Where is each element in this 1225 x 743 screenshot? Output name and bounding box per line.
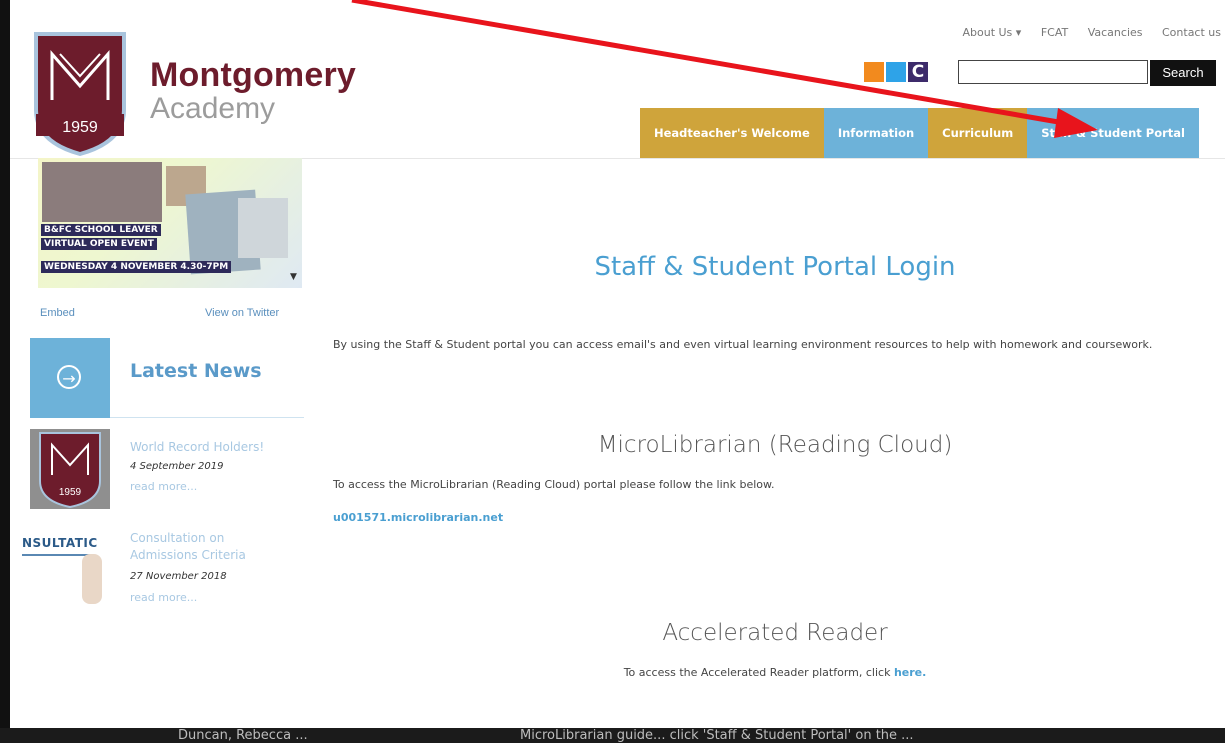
news-thumbnail-consultation[interactable]: NSULTATIC bbox=[22, 528, 110, 608]
crest-year: 1959 bbox=[62, 119, 98, 136]
microlibrarian-heading: MicroLibrarian (Reading Cloud) bbox=[597, 432, 953, 458]
nav-headteachers-welcome[interactable]: Headteacher's Welcome bbox=[640, 108, 824, 158]
thumb-crest-year: 1959 bbox=[59, 487, 82, 498]
accelerated-reader-heading: Accelerated Reader bbox=[662, 620, 888, 646]
brand-subtitle[interactable]: Academy bbox=[150, 92, 275, 126]
twitter-promo-image[interactable]: B&FC SCHOOL LEAVER VIRTUAL OPEN EVENT WE… bbox=[38, 158, 302, 288]
latest-news-button[interactable]: → bbox=[30, 338, 110, 418]
embed-link[interactable]: Embed bbox=[40, 307, 75, 319]
scroll-down-icon[interactable]: ▼ bbox=[290, 272, 297, 282]
top-link-vacancies[interactable]: Vacancies bbox=[1088, 26, 1143, 39]
microlibrarian-link[interactable]: u001571.microlibrarian.net bbox=[333, 511, 503, 524]
thumb-consultation-text: NSULTATIC bbox=[22, 536, 98, 550]
promo-photo-4 bbox=[238, 198, 288, 258]
search-button[interactable]: Search bbox=[1150, 60, 1216, 86]
main-nav: Headteacher's Welcome Information Curric… bbox=[640, 108, 1199, 158]
c-app-icon[interactable]: C bbox=[908, 62, 928, 82]
nav-information[interactable]: Information bbox=[823, 108, 929, 158]
news-thumbnail-crest[interactable]: 1959 bbox=[30, 429, 110, 509]
news-read-more-1[interactable]: read more... bbox=[130, 480, 197, 493]
nav-staff-student-portal[interactable]: Staff & Student Portal bbox=[1027, 108, 1199, 158]
rss-icon[interactable] bbox=[864, 62, 884, 82]
accelerated-reader-line: To access the Accelerated Reader platfor… bbox=[330, 666, 1220, 679]
bottom-text-1: Duncan, Rebecca ... bbox=[178, 728, 308, 743]
promo-line-1: B&FC SCHOOL LEAVER bbox=[41, 224, 161, 236]
brand-name[interactable]: Montgomery bbox=[150, 56, 356, 95]
thumb-underline bbox=[22, 554, 92, 556]
twitter-icon[interactable] bbox=[886, 62, 906, 82]
microlibrarian-text: To access the MicroLibrarian (Reading Cl… bbox=[333, 478, 775, 491]
news-title-1[interactable]: World Record Holders! bbox=[130, 440, 264, 454]
bottom-text-2: MicroLibrarian guide... click 'Staff & S… bbox=[520, 728, 914, 743]
latest-news-heading[interactable]: Latest News bbox=[130, 360, 262, 382]
social-icons: C bbox=[864, 62, 928, 82]
top-link-fcat[interactable]: FCAT bbox=[1041, 26, 1068, 39]
accelerated-reader-here-link[interactable]: here. bbox=[894, 666, 926, 679]
academy-crest-logo[interactable]: 1959 bbox=[30, 30, 130, 156]
top-link-about-us[interactable]: About Us ▾ bbox=[962, 26, 1021, 39]
arrow-right-circle-icon: → bbox=[57, 365, 81, 389]
thumb-hand bbox=[82, 554, 102, 604]
news-title-2[interactable]: Consultation on Admissions Criteria bbox=[130, 530, 280, 564]
promo-line-2: VIRTUAL OPEN EVENT bbox=[41, 238, 157, 250]
promo-photo-1 bbox=[42, 162, 162, 222]
search-input[interactable] bbox=[958, 60, 1148, 84]
bottom-taskbar-strip: Duncan, Rebecca ... MicroLibrarian guide… bbox=[0, 728, 1225, 743]
news-divider bbox=[110, 417, 304, 418]
news-date-2: 27 November 2018 bbox=[130, 571, 227, 582]
news-date-1: 4 September 2019 bbox=[130, 461, 224, 472]
top-link-contact-us[interactable]: Contact us bbox=[1162, 26, 1221, 39]
promo-line-3: WEDNESDAY 4 NOVEMBER 4.30-7PM bbox=[41, 261, 232, 273]
page-title: Staff & Student Portal Login bbox=[594, 252, 956, 282]
news-read-more-2[interactable]: read more... bbox=[130, 591, 197, 604]
left-window-edge bbox=[0, 0, 10, 743]
accelerated-reader-text: To access the Accelerated Reader platfor… bbox=[623, 666, 894, 679]
nav-curriculum[interactable]: Curriculum bbox=[928, 108, 1028, 158]
view-on-twitter-link[interactable]: View on Twitter bbox=[205, 307, 279, 319]
top-links: About Us ▾ FCAT Vacancies Contact us bbox=[946, 26, 1221, 39]
intro-text: By using the Staff & Student portal you … bbox=[333, 338, 1153, 351]
